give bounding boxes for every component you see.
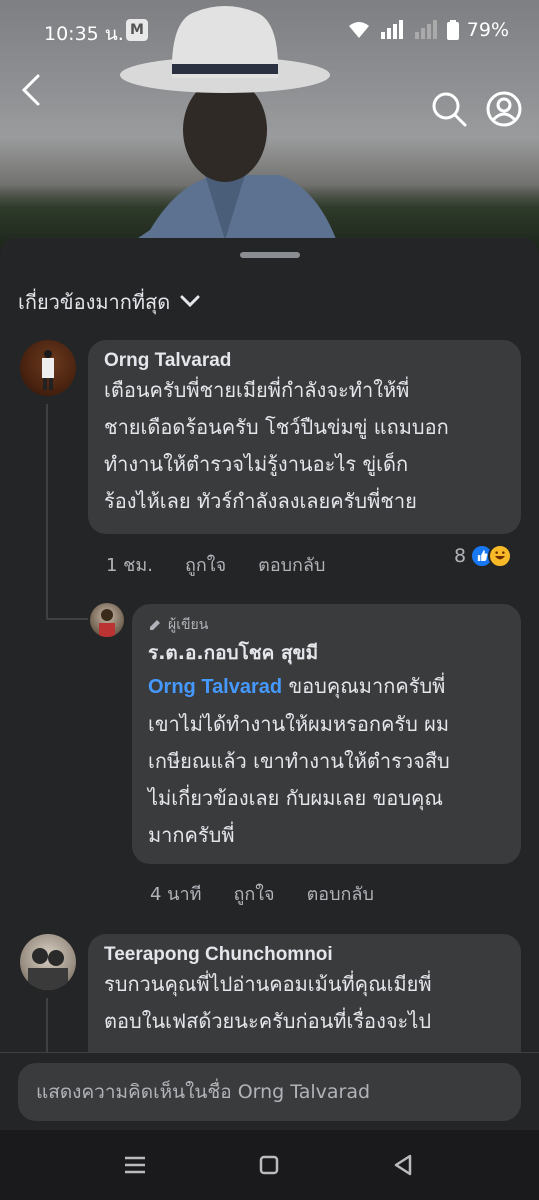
comment-author[interactable]: ร.ต.อ.กอบโชค สุขมี xyxy=(148,638,505,668)
author-tag: ผู้เขียน xyxy=(148,614,505,636)
comment-meta: 4 นาที ถูกใจ ตอบกลับ xyxy=(150,879,374,908)
comment-input[interactable]: แสดงความคิดเห็นในชื่อ Orng Talvarad xyxy=(18,1063,521,1121)
system-nav-bar xyxy=(0,1130,539,1200)
comment-bubble[interactable]: ผู้เขียน ร.ต.อ.กอบโชค สุขมี Orng Talvara… xyxy=(132,604,521,864)
haha-reaction-icon xyxy=(488,544,513,568)
comment-text: รบกวนคุณพี่ไปอ่านคอมเม้นที่คุณเมียพี่ ตอ… xyxy=(104,972,432,1033)
status-time: 10:35 น. xyxy=(44,23,124,45)
video-frame: 10:35 น. M 79% xyxy=(0,0,539,250)
like-button[interactable]: ถูกใจ xyxy=(233,879,274,908)
comment-author[interactable]: Orng Talvarad xyxy=(104,350,505,372)
comment-author[interactable]: Teerapong Chunchomnoi xyxy=(104,944,505,966)
avatar[interactable] xyxy=(20,934,76,990)
chevron-down-icon xyxy=(180,295,200,308)
recent-apps-icon[interactable] xyxy=(120,1150,150,1180)
reaction-summary[interactable]: 8 xyxy=(454,544,513,568)
avatar[interactable] xyxy=(20,340,76,396)
like-button[interactable]: ถูกใจ xyxy=(185,550,226,579)
notification-badge-icon: M xyxy=(126,19,148,41)
comment-composer-bar: แสดงความคิดเห็นในชื่อ Orng Talvarad xyxy=(0,1052,539,1130)
comment-meta: 1 ชม. ถูกใจ ตอบกลับ xyxy=(106,550,325,579)
avatar-image xyxy=(42,350,54,390)
profile-icon[interactable] xyxy=(485,90,523,128)
reaction-count: 8 xyxy=(454,545,467,567)
home-icon[interactable] xyxy=(254,1150,284,1180)
reply-button[interactable]: ตอบกลับ xyxy=(258,550,325,579)
status-icons: 79% xyxy=(347,19,509,41)
mention-link[interactable]: Orng Talvarad xyxy=(148,676,282,698)
comment-text: Orng Talvarad ขอบคุณมากครับพี่ เขาไม่ได้… xyxy=(148,674,450,847)
thread-line xyxy=(46,618,88,620)
comment-time: 4 นาที xyxy=(150,884,202,905)
sort-dropdown[interactable]: เกี่ยวข้องมากที่สุด xyxy=(18,286,200,318)
avatar-image xyxy=(28,948,68,990)
thread-line xyxy=(46,404,48,620)
pencil-icon xyxy=(150,620,160,630)
comment-time: 1 ชม. xyxy=(106,555,153,576)
battery-icon xyxy=(446,20,459,40)
comment-bubble[interactable]: Orng Talvarad เตือนครับพี่ชายเมียพี่กำลั… xyxy=(88,340,521,534)
thread-line xyxy=(46,998,48,1058)
comment-text: เตือนครับพี่ชายเมียพี่กำลังจะทำให้พี่ ชา… xyxy=(104,378,449,513)
battery-level: 79% xyxy=(466,19,509,41)
reply-button[interactable]: ตอบกลับ xyxy=(307,879,374,908)
signal-icon xyxy=(380,20,403,39)
back-arrow-icon[interactable] xyxy=(14,70,50,110)
signal-2-icon xyxy=(414,20,437,39)
drag-handle[interactable] xyxy=(240,252,300,258)
avatar-image xyxy=(99,609,115,637)
wifi-icon xyxy=(348,22,369,38)
sort-label: เกี่ยวข้องมากที่สุด xyxy=(18,290,171,314)
status-bar: 10:35 น. M 79% xyxy=(0,0,539,60)
back-icon[interactable] xyxy=(388,1150,418,1180)
search-icon[interactable] xyxy=(430,90,468,128)
avatar[interactable] xyxy=(90,603,124,637)
